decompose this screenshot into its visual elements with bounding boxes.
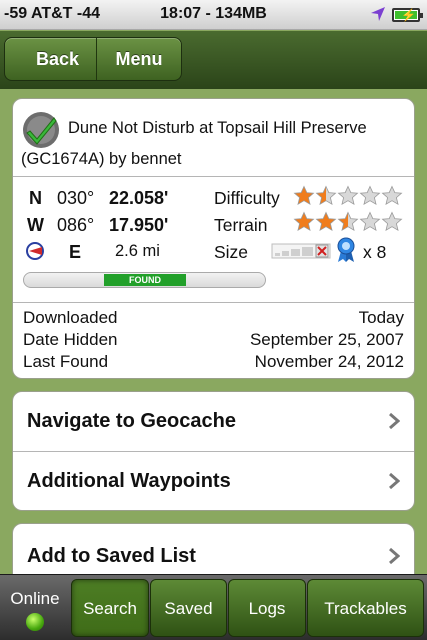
cache-info-card: Dune Not Disturb at Topsail Hill Preserv… bbox=[12, 98, 415, 379]
item-label: Navigate to Geocache bbox=[27, 410, 236, 432]
found-cache-check-icon bbox=[23, 112, 59, 148]
direction-text: E bbox=[69, 242, 82, 262]
favorite-ribbon-icon bbox=[337, 237, 355, 262]
star-icon bbox=[293, 185, 315, 206]
tab-saved[interactable]: Saved bbox=[150, 579, 227, 637]
chevron-right-icon bbox=[389, 547, 400, 565]
size-label: Size bbox=[214, 242, 249, 262]
terrain-label: Terrain bbox=[214, 215, 268, 235]
star-icon bbox=[337, 211, 359, 232]
downloaded-label: Downloaded bbox=[23, 308, 118, 327]
last-found-row: Last Found November 24, 2012 bbox=[23, 352, 404, 372]
found-progress-bar: FOUND bbox=[23, 272, 266, 288]
lat-hemisphere: N bbox=[29, 188, 42, 208]
difficulty-stars bbox=[293, 185, 403, 207]
item-label: Additional Waypoints bbox=[27, 470, 231, 492]
star-icon bbox=[359, 185, 381, 206]
lat-degrees: 030° bbox=[57, 188, 95, 208]
location-arrow-icon bbox=[371, 7, 385, 21]
tab-search[interactable]: Search bbox=[71, 579, 149, 637]
compass-icon bbox=[26, 242, 44, 260]
last-found-value: November 24, 2012 bbox=[254, 352, 404, 371]
nav-bar: Back Menu bbox=[0, 31, 427, 89]
lon-minutes: 17.950' bbox=[109, 215, 169, 235]
online-label: Online bbox=[10, 589, 60, 608]
star-icon bbox=[337, 185, 359, 206]
online-indicator: Online bbox=[0, 575, 70, 640]
star-icon bbox=[315, 211, 337, 232]
cache-name: Dune Not Disturb at Topsail Hill Preserv… bbox=[68, 119, 367, 137]
chevron-right-icon bbox=[389, 412, 400, 430]
lat-minutes: 22.058' bbox=[109, 188, 169, 208]
divider bbox=[13, 302, 414, 303]
downloaded-row: Downloaded Today bbox=[23, 308, 404, 328]
tab-bar: Online Search Saved Logs Trackables bbox=[0, 574, 427, 640]
online-status-led-icon bbox=[26, 613, 44, 631]
star-icon bbox=[293, 211, 315, 232]
nav-button-group: Back Menu bbox=[4, 37, 182, 81]
navigate-to-geocache-item[interactable]: Navigate to Geocache bbox=[13, 392, 414, 452]
battery-icon: ⚡ bbox=[392, 8, 423, 22]
menu-button[interactable]: Menu bbox=[97, 38, 181, 80]
additional-waypoints-item[interactable]: Additional Waypoints bbox=[13, 452, 414, 512]
lon-degrees: 086° bbox=[57, 215, 95, 235]
tab-logs[interactable]: Logs bbox=[228, 579, 306, 637]
size-bar-icon bbox=[271, 243, 331, 259]
chevron-right-icon bbox=[389, 472, 400, 490]
divider bbox=[13, 176, 414, 177]
star-icon bbox=[315, 185, 337, 206]
last-found-label: Last Found bbox=[23, 352, 109, 371]
lon-hemisphere: W bbox=[27, 215, 44, 235]
star-icon bbox=[359, 211, 381, 232]
item-label: Add to Saved List bbox=[27, 545, 196, 567]
star-icon bbox=[381, 211, 403, 232]
terrain-stars bbox=[293, 211, 403, 233]
star-icon bbox=[381, 185, 403, 206]
back-button[interactable]: Back bbox=[5, 38, 97, 80]
action-group: Navigate to Geocache Additional Waypoint… bbox=[12, 391, 415, 511]
tab-trackables[interactable]: Trackables bbox=[307, 579, 424, 637]
date-hidden-row: Date Hidden September 25, 2007 bbox=[23, 330, 404, 350]
status-time-memory: 18:07 - 134MB bbox=[160, 5, 267, 22]
cache-code-owner: (GC1674A) by bennet bbox=[21, 150, 182, 168]
distance-text: 2.6 mi bbox=[115, 242, 160, 260]
status-bar: -59 AT&T -44 18:07 - 134MB ⚡ bbox=[0, 0, 427, 30]
difficulty-label: Difficulty bbox=[214, 188, 280, 208]
date-hidden-value: September 25, 2007 bbox=[249, 330, 404, 349]
favorites-count: x 8 bbox=[363, 242, 387, 262]
date-hidden-label: Date Hidden bbox=[23, 330, 118, 349]
found-badge: FOUND bbox=[104, 274, 186, 286]
downloaded-value: Today bbox=[358, 308, 404, 327]
